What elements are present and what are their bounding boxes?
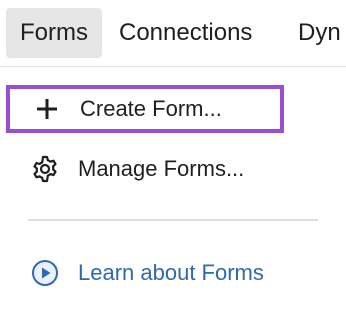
forms-dropdown-menu: Create Form... Manage Forms... Learn abo… <box>0 66 346 320</box>
menu-dynamic[interactable]: Dyn <box>298 8 341 58</box>
learn-about-forms-link[interactable]: Learn about Forms <box>30 253 264 293</box>
plus-icon <box>32 94 62 124</box>
learn-about-forms-label: Learn about Forms <box>78 260 264 285</box>
menu-dynamic-label: Dyn <box>298 19 341 46</box>
play-circle-icon <box>30 258 60 288</box>
gear-icon <box>30 154 60 184</box>
menu-forms[interactable]: Forms <box>6 8 102 58</box>
menubar: Forms Connections Dyn <box>0 0 346 64</box>
create-form-menu-item[interactable]: Create Form... <box>6 85 284 133</box>
menu-divider <box>28 219 318 221</box>
menu-connections[interactable]: Connections <box>119 8 252 58</box>
menu-forms-label: Forms <box>20 19 88 46</box>
menu-connections-label: Connections <box>119 19 253 46</box>
create-form-label: Create Form... <box>80 96 222 121</box>
manage-forms-menu-item[interactable]: Manage Forms... <box>30 149 244 189</box>
page: Forms Connections Dyn Create Form... Man… <box>0 0 346 320</box>
manage-forms-label: Manage Forms... <box>78 156 245 181</box>
